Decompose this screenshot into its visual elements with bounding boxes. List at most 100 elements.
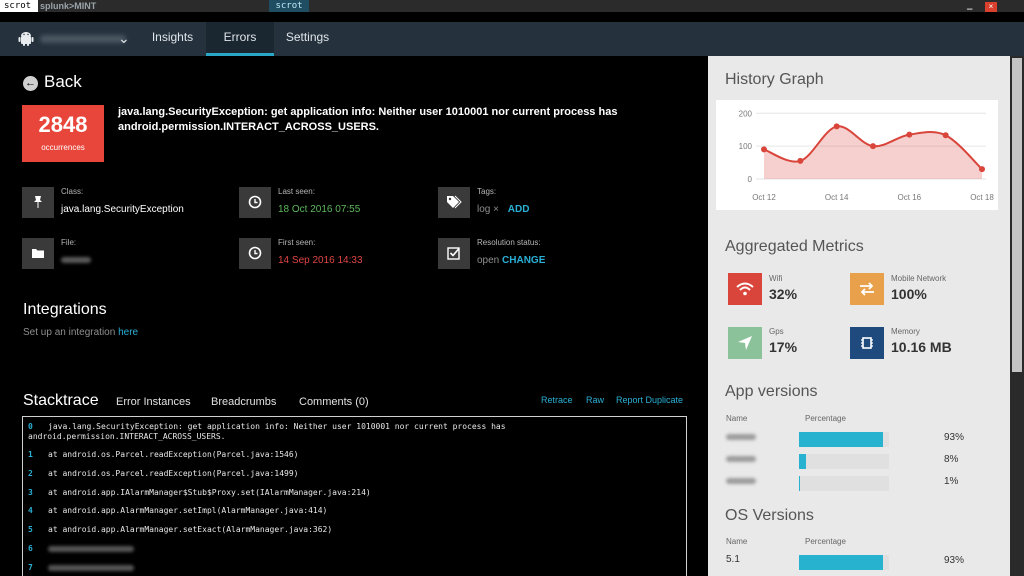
tags-label: Tags:	[477, 187, 497, 196]
terminal-tab[interactable]: scrot	[269, 0, 309, 12]
exception-title: java.lang.SecurityException: get applica…	[118, 106, 618, 133]
close-icon[interactable]: ×	[985, 2, 997, 12]
tab-breadcrumbs[interactable]: Breadcrumbs	[211, 396, 276, 408]
retrace-link[interactable]: Retrace	[541, 395, 573, 405]
occurrences-count: 2848	[38, 112, 88, 137]
resolution-value: open CHANGE	[477, 255, 545, 266]
android-icon	[18, 32, 34, 46]
resolution-status: open	[477, 255, 500, 266]
stacktrace-title: Stacktrace	[23, 392, 99, 409]
os-name-header: Name	[726, 537, 748, 546]
aggregated-metrics-title: Aggregated Metrics	[725, 238, 864, 255]
integrations-prompt: Set up an integration	[23, 327, 116, 338]
back-arrow-icon: ←	[23, 76, 38, 91]
history-graph-title: History Graph	[725, 71, 824, 88]
app-version-percent: 1%	[944, 476, 959, 487]
stack-line: 0 java.lang.SecurityException: get applic…	[28, 422, 506, 441]
back-button[interactable]: ← Back	[23, 72, 82, 92]
chip-icon	[850, 327, 884, 359]
integrations-here-link[interactable]: here	[118, 327, 138, 338]
app-percent-header: Percentage	[805, 414, 846, 423]
app-name-header: Name	[726, 414, 748, 423]
app-selector[interactable]: ⌄	[14, 22, 134, 56]
app-name-redacted	[40, 35, 126, 43]
scrollbar-thumb[interactable]	[1012, 58, 1022, 372]
chart-x-tick-label: Oct 12	[752, 193, 776, 202]
history-chart: 0 100 200 Oct 12 Oct 14 Oct 16 Oct 18	[739, 109, 995, 202]
os-version-percent: 93%	[944, 555, 965, 566]
report-duplicate-link[interactable]: Report Duplicate	[616, 395, 683, 405]
tab-error-instances[interactable]: Error Instances	[116, 396, 191, 408]
gps-label: Gps	[769, 327, 784, 336]
stack-line-redacted: 7	[28, 563, 684, 573]
memory-label: Memory	[891, 327, 920, 336]
chevron-down-icon[interactable]: ⌄	[118, 30, 130, 47]
chart-point	[797, 157, 804, 164]
back-label: Back	[44, 72, 82, 91]
change-resolution-link[interactable]: CHANGE	[502, 255, 545, 266]
class-value: java.lang.SecurityException	[61, 204, 184, 215]
stack-line-redacted: 6	[28, 544, 684, 554]
chart-y-tick-label: 200	[739, 109, 753, 118]
app-version-bar-fill	[799, 454, 807, 469]
tab-comments[interactable]: Comments (0)	[299, 396, 369, 408]
gps-value: 17%	[769, 339, 798, 355]
mobile-network-value: 100%	[891, 286, 927, 302]
stacktrace-box: 0 java.lang.SecurityException: get applic…	[22, 416, 687, 576]
mobile-network-label: Mobile Network	[891, 274, 947, 283]
chart-point	[906, 131, 913, 138]
folder-icon	[22, 238, 54, 269]
command-input[interactable]: scrot	[0, 0, 38, 12]
wifi-icon	[728, 273, 762, 305]
os-version-name: 5.1	[726, 554, 740, 565]
app-version-percent: 93%	[944, 432, 965, 443]
tab-insights[interactable]: Insights	[139, 22, 206, 56]
error-detail-panel: ← Back 2848 occurrences java.lang.Securit…	[0, 56, 708, 576]
raw-link[interactable]: Raw	[586, 395, 604, 405]
tag-log: log	[477, 204, 491, 215]
chart-y-tick-label: 0	[748, 175, 753, 184]
app-version-bar-fill	[799, 432, 883, 447]
last-seen-label: Last seen:	[278, 187, 315, 196]
app-version-bar-fill	[799, 476, 800, 491]
file-label: File:	[61, 238, 77, 247]
occurrences-badge: 2848 occurrences	[22, 105, 104, 162]
clock-icon	[239, 187, 271, 218]
add-tag-link[interactable]: ADD	[508, 204, 530, 215]
title-strip	[0, 0, 1024, 12]
tag-icon	[438, 187, 470, 218]
history-chart-card: 0 100 200 Oct 12 Oct 14 Oct 16 Oct 18	[716, 100, 998, 210]
app-version-bar	[799, 476, 889, 491]
resolution-label: Resolution status:	[477, 238, 541, 247]
app-version-percent: 8%	[944, 454, 959, 465]
app-version-bar	[799, 432, 889, 447]
stack-line: 2 at android.os.Parcel.readException(Parc…	[28, 469, 299, 478]
stack-line: 4 at android.app.AlarmManager.setImpl(Ala…	[28, 506, 328, 515]
chart-x-tick-label: Oct 16	[898, 193, 922, 202]
integrations-title: Integrations	[23, 301, 107, 318]
tab-errors[interactable]: Errors	[206, 22, 274, 56]
os-versions-title: OS Versions	[725, 507, 814, 524]
minimize-icon[interactable]: ▁	[967, 3, 975, 10]
chart-x-tick-label: Oct 14	[825, 193, 849, 202]
os-version-bar-fill	[799, 555, 883, 570]
stack-line: 3 at android.app.IAlarmManager$Stub$Proxy…	[28, 488, 371, 497]
stats-sidebar: History Graph 0 100 200 Oct 12 Oct 14 Oct 16 O…	[708, 56, 1010, 576]
location-icon	[728, 327, 762, 359]
chart-point	[870, 143, 876, 150]
occurrences-label: occurrences	[41, 143, 85, 152]
wifi-value: 32%	[769, 286, 798, 302]
brand-logo: splunk>MINT	[40, 1, 97, 11]
tag-remove-icon[interactable]: ×	[493, 204, 499, 215]
last-seen-value: 18 Oct 2016 07:55	[278, 204, 361, 215]
top-nav: ⌄ Insights Errors Settings	[0, 22, 1024, 56]
clock-icon	[239, 238, 271, 269]
tab-settings[interactable]: Settings	[274, 22, 341, 56]
class-label: Class:	[61, 187, 84, 196]
chart-x-tick-label: Oct 18	[970, 193, 994, 202]
first-seen-label: First seen:	[278, 238, 316, 247]
app-version-name-redacted	[726, 434, 756, 440]
chart-point	[833, 123, 840, 130]
app-version-bar	[799, 454, 889, 469]
first-seen-value: 14 Sep 2016 14:33	[278, 255, 363, 266]
